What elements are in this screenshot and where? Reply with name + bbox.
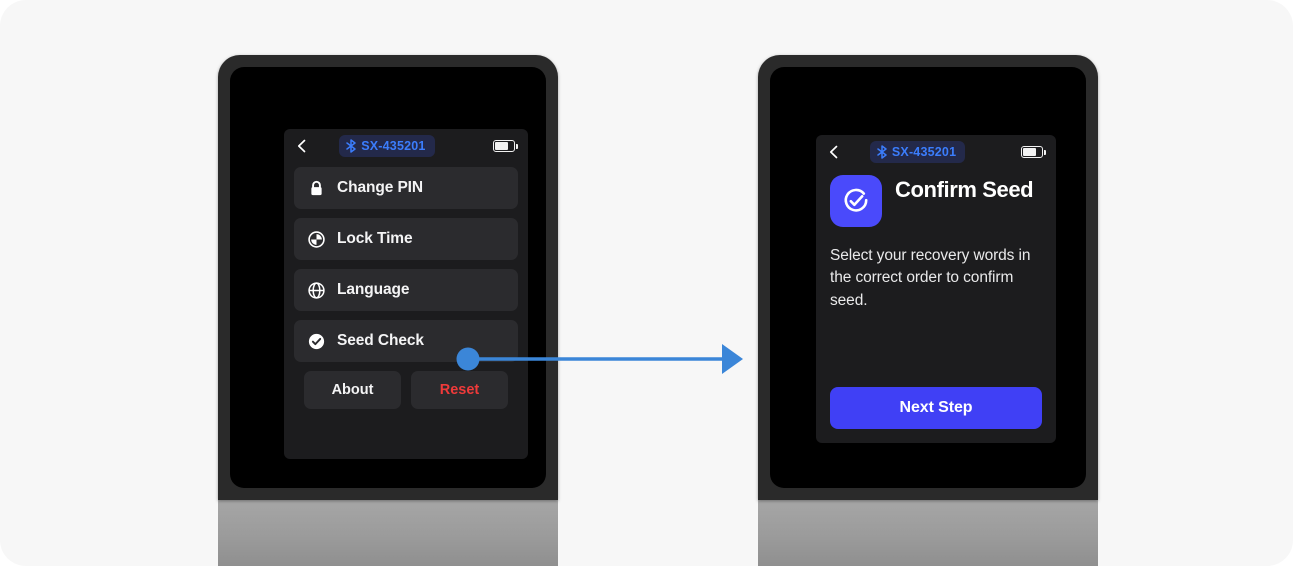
seed-check-icon [830,175,882,227]
status-bar: SX-435201 [816,135,1056,169]
confirm-seed-screen: SX-435201 Confirm Seed Select your recov… [816,135,1056,443]
settings-menu-list: Change PIN Lock Time Language Seed Check… [284,163,528,409]
confirm-seed-description: Select your recovery words in the correc… [830,247,1031,309]
device-confirm-seed: SX-435201 Confirm Seed Select your recov… [758,55,1098,566]
page-canvas: SX-435201 Change PIN Lock Time Language … [0,0,1293,566]
about-button[interactable]: About [304,371,401,409]
battery-icon [492,140,518,152]
device-settings: SX-435201 Change PIN Lock Time Language … [218,55,558,566]
chevron-left-icon[interactable] [294,138,310,154]
device-screen: SX-435201 [770,67,1086,488]
menu-item-language[interactable]: Language [294,269,518,311]
menu-item-change-pin[interactable]: Change PIN [294,167,518,209]
status-bar: SX-435201 [284,129,528,163]
bluetooth-device-name: SX-435201 [361,138,426,153]
check-circle-icon [308,333,325,349]
battery-icon [1020,146,1046,158]
bluetooth-icon [877,145,887,159]
reset-button[interactable]: Reset [411,371,508,409]
menu-item-lock-time[interactable]: Lock Time [294,218,518,260]
bluetooth-icon [346,139,356,153]
lock-icon [311,180,322,195]
menu-item-label: Language [337,281,410,298]
clock-icon [308,230,325,248]
menu-item-label: Seed Check [337,332,424,349]
settings-screen: SX-435201 Change PIN Lock Time Language … [284,129,528,459]
device-stand [758,500,1098,566]
settings-footer-buttons: About Reset [294,371,518,409]
bluetooth-device-badge[interactable]: SX-435201 [869,141,966,163]
connector-arrowhead [722,344,743,374]
menu-item-seed-check[interactable]: Seed Check [294,320,518,362]
device-body: SX-435201 [758,55,1098,500]
menu-item-label: Lock Time [337,230,413,247]
globe-icon [308,281,325,299]
device-stand [218,500,558,566]
device-screen: SX-435201 [230,67,546,488]
menu-item-label: Change PIN [337,179,423,196]
page-title: Confirm Seed [895,177,1034,202]
confirm-seed-header: Confirm Seed [830,175,1042,227]
confirm-seed-body: Confirm Seed Select your recovery words … [816,169,1056,312]
next-step-button[interactable]: Next Step [830,387,1042,429]
bluetooth-device-badge[interactable]: SX-435201 [339,135,435,157]
chevron-left-icon[interactable] [826,144,842,160]
device-body: SX-435201 [218,55,558,500]
bluetooth-device-name: SX-435201 [891,144,957,159]
